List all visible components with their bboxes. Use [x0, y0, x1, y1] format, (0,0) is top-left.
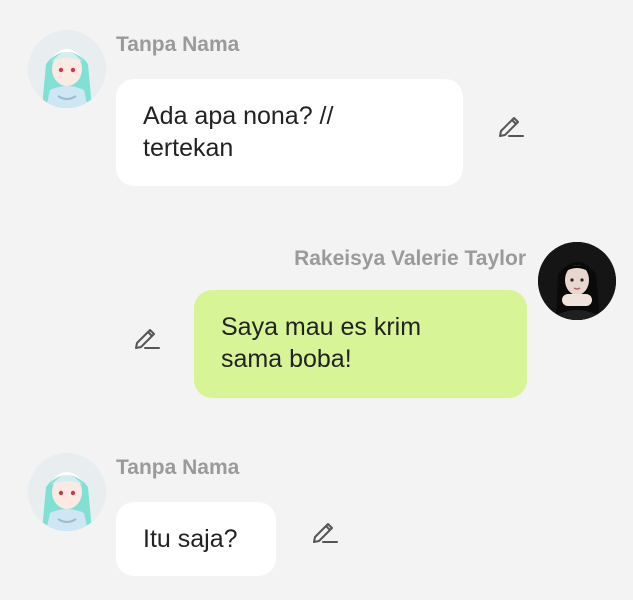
message-text-line: tertekan: [143, 134, 234, 162]
message-bubble[interactable]: Saya mau es krim sama boba!: [194, 290, 527, 398]
sender-name: Tanpa Nama: [116, 33, 240, 56]
message-incoming-3: Tanpa Nama Itu saja?: [0, 440, 633, 600]
sender-name: Tanpa Nama: [116, 456, 240, 479]
pencil-icon[interactable]: [310, 515, 340, 545]
avatar[interactable]: [28, 453, 106, 531]
avatar[interactable]: [28, 30, 106, 108]
pencil-icon[interactable]: [132, 321, 162, 351]
message-outgoing-2: Rakeisya Valerie Taylor Saya mau es krim…: [0, 230, 633, 410]
message-incoming-1: Tanpa Nama Ada apa nona? // tertekan: [0, 0, 633, 200]
pencil-icon[interactable]: [496, 109, 526, 139]
message-text-line: Saya mau es krim: [221, 313, 422, 341]
message-text-line: Ada apa nona? //: [143, 102, 334, 130]
message-text-line: sama boba!: [221, 345, 352, 373]
avatar[interactable]: [538, 242, 616, 320]
message-bubble[interactable]: Ada apa nona? // tertekan: [116, 79, 463, 186]
sender-name: Rakeisya Valerie Taylor: [294, 247, 526, 270]
message-bubble[interactable]: Itu saja?: [116, 502, 276, 576]
message-text-line: Itu saja?: [143, 525, 238, 553]
